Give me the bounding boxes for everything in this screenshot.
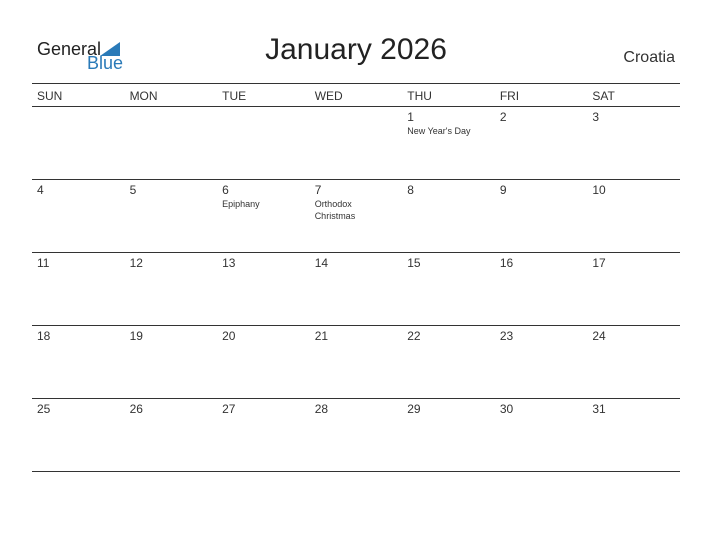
day-cell: 7 Orthodox Christmas [310, 180, 403, 252]
day-cell: 27 [217, 399, 310, 471]
day-number: 28 [314, 402, 329, 416]
day-cell: 2 [495, 107, 588, 179]
day-cell: 9 [495, 180, 588, 252]
weekday-tue: TUE [222, 89, 247, 103]
day-cell: 22 [402, 326, 495, 398]
week-row: 11 12 13 14 15 16 17 [32, 253, 680, 326]
day-cell [310, 107, 403, 179]
weekday-mon: MON [129, 89, 158, 103]
day-number: 4 [37, 183, 44, 197]
day-cell: 20 [217, 326, 310, 398]
day-cell: 15 [402, 253, 495, 325]
day-cell: 11 [32, 253, 125, 325]
day-number: 15 [407, 256, 421, 270]
day-cell [32, 107, 125, 179]
day-number: 29 [407, 402, 421, 416]
day-cell: 30 [495, 399, 588, 471]
day-cell [125, 107, 218, 179]
day-number: 2 [499, 110, 507, 124]
day-number: 9 [499, 183, 507, 197]
calendar-page: General Blue January 2026 Croatia SUN MO… [0, 0, 712, 550]
day-number: 17 [592, 256, 606, 270]
day-cell: 25 [32, 399, 125, 471]
day-number: 21 [314, 329, 329, 343]
day-cell: 13 [217, 253, 310, 325]
day-number: 22 [407, 329, 421, 343]
day-cell: 5 [125, 180, 218, 252]
day-number: 11 [37, 256, 50, 270]
day-number: 27 [222, 402, 236, 416]
weekday-header: SUN MON TUE WED THU FRI SAT [32, 83, 680, 107]
holiday-label: Orthodox Christmas [314, 199, 356, 221]
day-number: 7 [314, 183, 322, 197]
day-number: 30 [499, 402, 514, 416]
week-row: 18 19 20 21 22 23 24 [32, 326, 680, 399]
day-number: 18 [37, 329, 51, 343]
day-cell: 6 Epiphany [217, 180, 310, 252]
day-number: 1 [407, 110, 414, 124]
day-number: 14 [314, 256, 329, 270]
day-number: 24 [592, 329, 606, 343]
day-cell: 23 [495, 326, 588, 398]
day-cell: 26 [125, 399, 218, 471]
day-cell: 1 New Year's Day [402, 107, 495, 179]
holiday-label: Epiphany [222, 199, 260, 209]
weekday-fri: FRI [499, 89, 520, 103]
day-cell: 4 [32, 180, 125, 252]
day-cell: 3 [587, 107, 680, 179]
day-number: 25 [37, 402, 51, 416]
day-number: 19 [129, 329, 143, 343]
day-number: 16 [499, 256, 514, 270]
day-cell: 29 [402, 399, 495, 471]
day-cell: 21 [310, 326, 403, 398]
day-cell: 12 [125, 253, 218, 325]
weekday-sat: SAT [592, 89, 615, 103]
day-number: 6 [222, 183, 229, 197]
day-cell: 8 [402, 180, 495, 252]
day-cell: 19 [125, 326, 218, 398]
week-row: 4 5 6 Epiphany 7 Orthodox Christmas 8 9 10 [32, 180, 680, 253]
day-cell: 14 [310, 253, 403, 325]
day-number: 3 [592, 110, 600, 124]
week-row: 1 New Year's Day 2 3 [32, 107, 680, 180]
day-cell: 10 [587, 180, 680, 252]
day-cell: 31 [587, 399, 680, 471]
day-number: 26 [129, 402, 143, 416]
day-cell: 16 [495, 253, 588, 325]
day-cell: 28 [310, 399, 403, 471]
day-cell [217, 107, 310, 179]
day-number: 23 [499, 329, 514, 343]
weekday-wed: WED [314, 89, 343, 103]
weekday-sun: SUN [37, 89, 63, 103]
week-row: 25 26 27 28 29 30 31 [32, 399, 680, 472]
day-number: 10 [592, 183, 606, 197]
day-cell: 18 [32, 326, 125, 398]
calendar-grid: SUN MON TUE WED THU FRI SAT 1 New Year's … [32, 83, 680, 472]
day-number: 31 [592, 402, 606, 416]
day-number: 13 [222, 256, 236, 270]
day-number: 8 [407, 183, 414, 197]
country-label: Croatia [623, 49, 675, 66]
day-cell: 17 [587, 253, 680, 325]
day-number: 20 [222, 329, 236, 343]
page-title: January 2026 [265, 33, 447, 66]
weekday-thu: THU [407, 89, 432, 103]
day-number: 5 [129, 183, 137, 197]
day-cell: 24 [587, 326, 680, 398]
holiday-label: New Year's Day [407, 126, 471, 136]
day-number: 12 [129, 256, 143, 270]
